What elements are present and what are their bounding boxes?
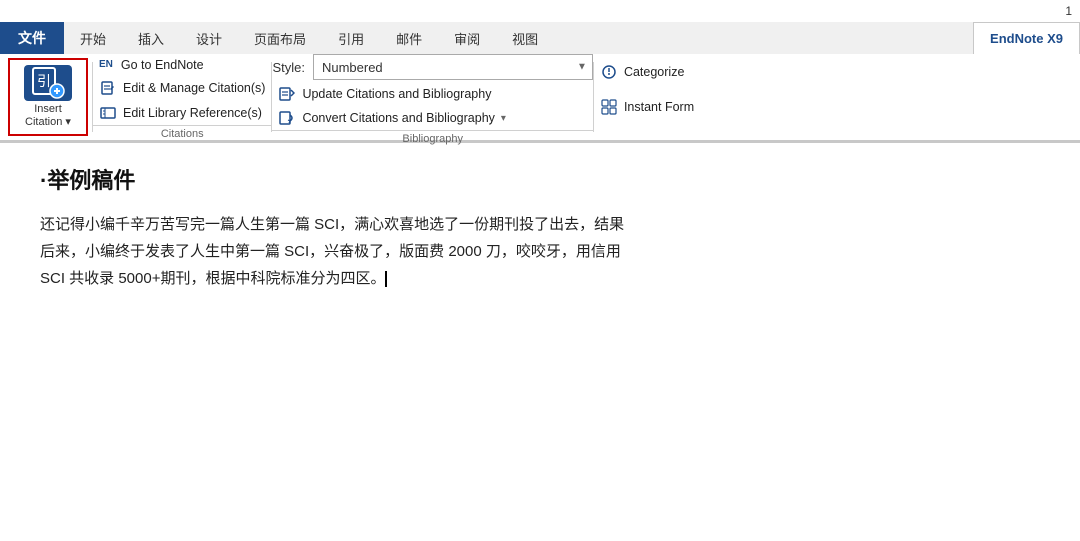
paragraph-1: 还记得小编千辛万苦写完一篇人生第一篇 SCI，满心欢喜地选了一份期刊投了出去，结…: [40, 211, 1040, 238]
update-citations-button[interactable]: Update Citations and Bibliography: [272, 82, 593, 106]
citations-group: EN Go to EndNote Edit & Manage Citation(…: [93, 54, 271, 140]
categorize-icon: [600, 63, 618, 81]
ribbon: 文件 开始 插入 设计 页面布局 引用 邮件 审阅 视图 EndNote X9 …: [0, 22, 1080, 143]
tab-references[interactable]: 引用: [322, 22, 380, 54]
bibliography-group: Style: Numbered Update Citations and Bib…: [272, 54, 593, 140]
bibliography-group-label: Bibliography: [272, 130, 593, 145]
convert-icon: [278, 109, 296, 127]
page-number: 1: [1065, 4, 1072, 18]
paragraph-3: SCI 共收录 5000+期刊，根据中科院标准分为四区。: [40, 265, 1040, 292]
insert-citation-label: Insert Citation ▾: [25, 103, 71, 129]
tab-layout[interactable]: 页面布局: [238, 22, 322, 54]
library-icon: [99, 104, 117, 122]
paragraph-3-text: SCI 共收录 5000+期刊，根据中科院标准分为四区。: [40, 270, 385, 287]
tab-review[interactable]: 审阅: [438, 22, 496, 54]
tab-design[interactable]: 设计: [180, 22, 238, 54]
tab-file[interactable]: 文件: [0, 22, 64, 54]
citations-group-label: Citations: [93, 125, 271, 140]
instant-form-button[interactable]: Instant Form: [594, 95, 700, 119]
citations-group-content: EN Go to EndNote Edit & Manage Citation(…: [93, 54, 271, 125]
tab-insert[interactable]: 插入: [122, 22, 180, 54]
text-cursor: [385, 271, 387, 287]
insert-citation-icon: 引: [24, 65, 72, 101]
style-select-wrapper[interactable]: Numbered: [313, 54, 593, 80]
edit-library-reference-button[interactable]: Edit Library Reference(s): [93, 101, 271, 125]
convert-dropdown-arrow: ▾: [501, 113, 506, 124]
svg-text:引: 引: [37, 73, 51, 89]
en-icon: EN: [99, 59, 113, 70]
tab-start[interactable]: 开始: [64, 22, 122, 54]
convert-citations-button[interactable]: Convert Citations and Bibliography ▾: [272, 106, 593, 130]
style-row: Style: Numbered: [272, 54, 593, 80]
tab-row: 文件 开始 插入 设计 页面布局 引用 邮件 审阅 视图 EndNote X9: [0, 22, 1080, 54]
style-select[interactable]: Numbered: [313, 54, 593, 80]
bibliography-group-content: Style: Numbered Update Citations and Bib…: [272, 54, 593, 130]
document-area: ·举例稿件 还记得小编千辛万苦写完一篇人生第一篇 SCI，满心欢喜地选了一份期刊…: [0, 143, 1080, 312]
title-text: ·举例稿件: [40, 163, 135, 195]
tab-mail[interactable]: 邮件: [380, 22, 438, 54]
categorize-button[interactable]: Categorize: [594, 60, 700, 84]
paragraph-1-text: 还记得小编千辛万苦写完一篇人生第一篇 SCI，满心欢喜地选了一份期刊投了出去，结…: [40, 216, 624, 233]
instant-form-icon: [600, 98, 618, 116]
right-group: Categorize Instant Form -: [594, 54, 700, 140]
document-title: ·举例稿件: [40, 163, 1040, 195]
tab-endnote[interactable]: EndNote X9: [973, 22, 1080, 54]
paragraph-2: 后来，小编终于发表了人生中第一篇 SCI，兴奋极了，版面费 2000 刀，咬咬牙…: [40, 238, 1040, 265]
ribbon-body: 引 Insert Citation ▾ EN Go to EndNote: [0, 54, 1080, 142]
edit-citation-icon: [99, 79, 117, 97]
style-label: Style:: [272, 60, 305, 75]
update-icon: [278, 85, 296, 103]
tab-view[interactable]: 视图: [496, 22, 554, 54]
edit-manage-citation-button[interactable]: Edit & Manage Citation(s): [93, 76, 271, 100]
title-bar: 1: [0, 0, 1080, 22]
paragraph-2-text: 后来，小编终于发表了人生中第一篇 SCI，兴奋极了，版面费 2000 刀，咬咬牙…: [40, 243, 621, 260]
goto-endnote-button[interactable]: EN Go to EndNote: [93, 55, 271, 75]
insert-citation-button[interactable]: 引 Insert Citation ▾: [8, 58, 88, 136]
right-group-content: Categorize Instant Form: [594, 54, 700, 125]
